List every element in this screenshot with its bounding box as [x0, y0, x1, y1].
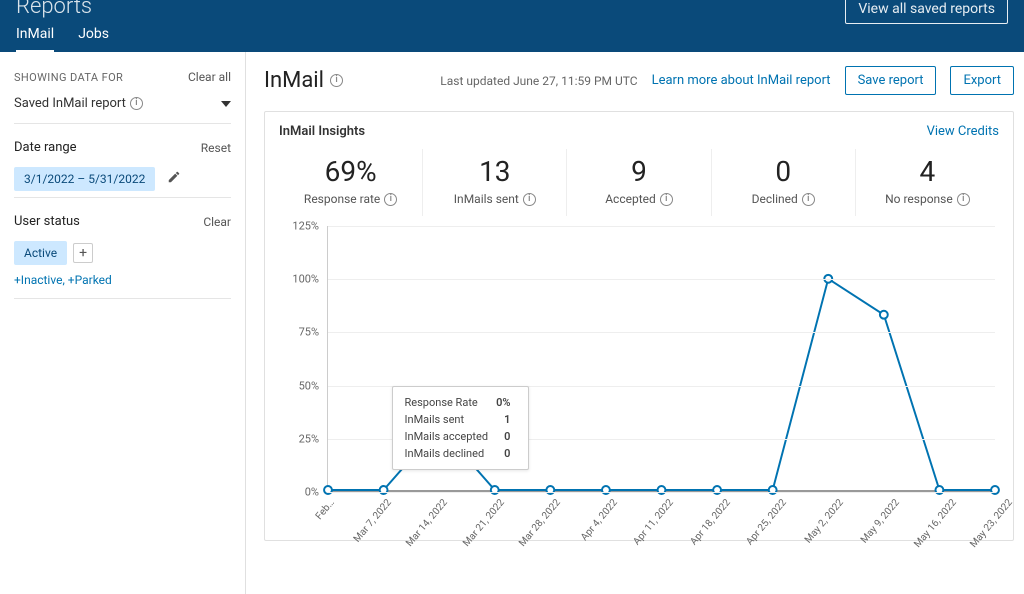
x-axis-tick: Apr 18, 2022 — [688, 497, 733, 547]
y-axis-tick: 0% — [305, 486, 319, 499]
metrics-row: 69% Response rate i13 InMails sent i9 Ac… — [279, 149, 999, 216]
page-title: InMail — [264, 68, 324, 93]
filters-sidebar: SHOWING DATA FOR Clear all Saved InMail … — [0, 52, 246, 594]
info-icon[interactable]: i — [523, 193, 536, 206]
metric-card: 69% Response rate i — [279, 149, 423, 216]
x-axis-tick: Apr 4, 2022 — [579, 497, 620, 543]
y-axis-tick: 100% — [292, 273, 319, 286]
saved-report-label: Saved InMail report — [14, 96, 126, 111]
x-axis-tick: May 23, 2022 — [968, 497, 1015, 550]
divider — [14, 197, 231, 198]
add-status-button[interactable]: + — [73, 243, 93, 263]
inactive-parked-link[interactable]: +Inactive, +Parked — [14, 273, 112, 287]
response-rate-chart: 0%25%50%75%100%125% Feb…Mar 7, 2022Mar 1… — [279, 222, 999, 532]
x-axis-tick: Apr 11, 2022 — [631, 497, 676, 547]
x-axis-tick: Apr 25, 2022 — [744, 497, 789, 547]
info-icon[interactable]: i — [384, 193, 397, 206]
metric-value: 69% — [283, 155, 418, 188]
user-status-clear-link[interactable]: Clear — [203, 215, 231, 229]
x-axis-tick: Mar 21, 2022 — [461, 497, 507, 549]
tab-inmail[interactable]: InMail — [16, 18, 54, 52]
date-range-label: Date range — [14, 140, 77, 155]
info-icon[interactable]: i — [660, 193, 673, 206]
save-report-button[interactable]: Save report — [845, 66, 937, 95]
divider — [14, 298, 231, 299]
metric-label: Response rate — [304, 192, 380, 206]
saved-report-dropdown[interactable]: Saved InMail report i — [14, 90, 231, 117]
info-icon[interactable]: i — [330, 74, 343, 87]
chart-tooltip: Response Rate0% InMails sent1 InMails ac… — [392, 386, 530, 470]
y-axis-tick: 50% — [299, 379, 319, 392]
x-axis-tick: Feb… — [314, 497, 337, 522]
metric-card: 4 No response i — [856, 149, 999, 216]
metric-card: 0 Declined i — [712, 149, 856, 216]
x-axis-tick: May 2, 2022 — [802, 497, 845, 545]
chevron-down-icon — [221, 101, 231, 107]
metric-label: Accepted — [605, 192, 656, 206]
top-nav-bar: Reports View all saved reports InMail Jo… — [0, 0, 1024, 52]
last-updated-text: Last updated June 27, 11:59 PM UTC — [440, 74, 637, 88]
metric-card: 13 InMails sent i — [423, 149, 567, 216]
metric-label: No response — [885, 192, 953, 206]
y-axis-tick: 125% — [292, 220, 319, 233]
x-axis-tick: May 9, 2022 — [859, 497, 902, 545]
y-axis-tick: 25% — [299, 432, 319, 445]
date-range-pill[interactable]: 3/1/2022 – 5/31/2022 — [14, 167, 155, 191]
clear-all-link[interactable]: Clear all — [188, 70, 231, 84]
metric-card: 9 Accepted i — [567, 149, 711, 216]
view-credits-link[interactable]: View Credits — [927, 124, 999, 139]
user-status-pill[interactable]: Active — [14, 241, 67, 265]
date-range-reset-link[interactable]: Reset — [201, 141, 231, 155]
x-axis-tick: Mar 14, 2022 — [404, 497, 450, 549]
x-axis-tick: May 16, 2022 — [912, 497, 959, 550]
info-icon: i — [130, 97, 143, 110]
tab-jobs[interactable]: Jobs — [78, 18, 109, 52]
divider — [14, 123, 231, 124]
export-button[interactable]: Export — [950, 66, 1014, 95]
x-axis-tick: Mar 28, 2022 — [517, 497, 563, 549]
x-axis-tick: Mar 7, 2022 — [351, 497, 393, 544]
view-all-saved-reports-button[interactable]: View all saved reports — [845, 0, 1008, 24]
user-status-label: User status — [14, 214, 80, 229]
metric-label: InMails sent — [454, 192, 519, 206]
page-section-title: Reports — [16, 0, 92, 19]
y-axis-tick: 75% — [299, 326, 319, 339]
panel-title: InMail Insights — [279, 124, 365, 139]
metric-label: Declined — [752, 192, 798, 206]
showing-data-for-label: SHOWING DATA FOR — [14, 71, 123, 84]
learn-more-link[interactable]: Learn more about InMail report — [652, 73, 831, 88]
inmail-insights-panel: InMail Insights View Credits 69% Respons… — [264, 111, 1014, 541]
metric-value: 4 — [860, 155, 995, 188]
metric-value: 0 — [716, 155, 851, 188]
info-icon[interactable]: i — [957, 193, 970, 206]
info-icon[interactable]: i — [802, 193, 815, 206]
metric-value: 9 — [571, 155, 706, 188]
main-content: InMail i Last updated June 27, 11:59 PM … — [246, 52, 1024, 594]
pencil-icon[interactable] — [167, 170, 181, 188]
metric-value: 13 — [427, 155, 562, 188]
